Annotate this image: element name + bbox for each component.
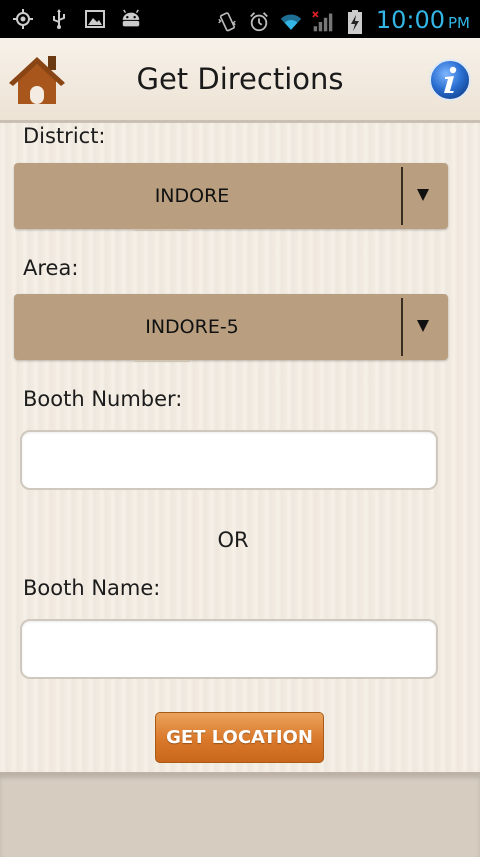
status-bar-system: 10:00 PM (216, 6, 470, 37)
page-title: Get Directions (136, 62, 344, 96)
spinner-divider (401, 298, 403, 356)
district-label: District: (23, 124, 106, 148)
wifi-icon (280, 11, 302, 33)
battery-charging-icon (344, 9, 366, 34)
directions-form: District: INDORE Area: INDORE-5 Booth Nu… (0, 123, 480, 772)
status-bar-clock: 10:00 PM (376, 6, 470, 37)
or-separator: OR (217, 528, 249, 552)
vibrate-icon (216, 11, 238, 33)
alarm-icon (248, 11, 270, 33)
android-icon (120, 8, 142, 30)
spinner-divider (401, 167, 403, 225)
area-label: Area: (23, 256, 79, 280)
usb-icon (48, 8, 70, 30)
signal-icon (312, 10, 334, 33)
footer-bar (0, 772, 480, 857)
booth-number-input[interactable] (20, 430, 438, 490)
gallery-icon (84, 8, 106, 30)
app-header: Get Directions (0, 38, 480, 123)
booth-number-label: Booth Number: (23, 387, 183, 411)
dropdown-arrow-icon (417, 189, 429, 201)
spinner-underline (134, 229, 190, 231)
area-spinner[interactable]: INDORE-5 (14, 294, 448, 362)
dropdown-arrow-icon (417, 320, 429, 332)
area-spinner-value: INDORE-5 (145, 316, 239, 338)
district-spinner[interactable]: INDORE (14, 163, 448, 231)
booth-name-input[interactable] (20, 619, 438, 679)
spinner-underline (134, 360, 190, 362)
clock-time: 10:00 (375, 6, 445, 34)
clock-ampm: PM (448, 14, 470, 32)
booth-name-label: Booth Name: (23, 576, 161, 600)
district-spinner-value: INDORE (154, 185, 230, 207)
status-bar-notifications (12, 8, 142, 30)
info-button[interactable] (428, 58, 472, 102)
status-bar: 10:00 PM (0, 0, 480, 38)
info-icon (429, 59, 471, 101)
gps-icon (12, 8, 34, 30)
get-location-button[interactable]: GET LOCATION (155, 712, 324, 763)
